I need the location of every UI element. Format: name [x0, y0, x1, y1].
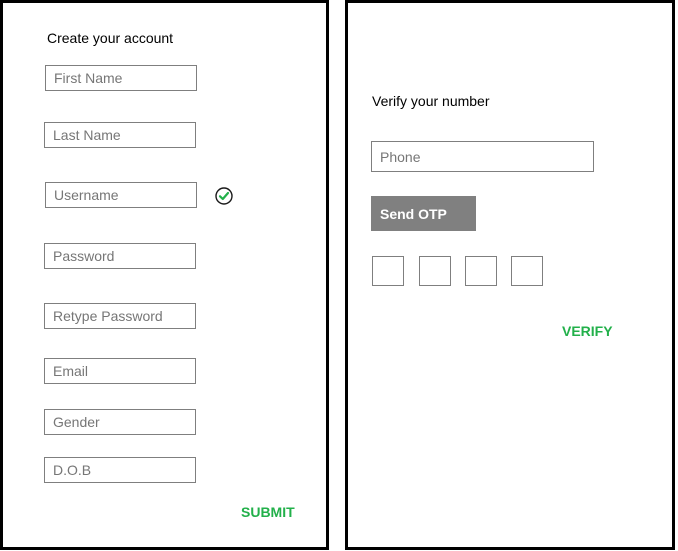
- otp-digit-2[interactable]: [419, 256, 451, 286]
- create-account-panel: Create your account SUBMIT: [0, 0, 329, 550]
- otp-digit-4[interactable]: [511, 256, 543, 286]
- verify-number-title: Verify your number: [372, 93, 490, 109]
- send-otp-button[interactable]: Send OTP: [371, 196, 476, 231]
- email-field[interactable]: [44, 358, 196, 384]
- username-field[interactable]: [45, 182, 197, 208]
- gender-field[interactable]: [44, 409, 196, 435]
- retype-password-field[interactable]: [44, 303, 196, 329]
- create-account-title: Create your account: [47, 30, 174, 46]
- first-name-field[interactable]: [45, 65, 197, 91]
- phone-field[interactable]: [371, 141, 594, 172]
- otp-digit-1[interactable]: [372, 256, 404, 286]
- verify-number-panel: Verify your number Send OTP VERIFY: [345, 0, 675, 550]
- dob-field[interactable]: [44, 457, 196, 483]
- check-circle-icon: [215, 187, 233, 205]
- last-name-field[interactable]: [44, 122, 196, 148]
- otp-digit-3[interactable]: [465, 256, 497, 286]
- verify-button[interactable]: VERIFY: [562, 323, 613, 339]
- submit-button[interactable]: SUBMIT: [241, 504, 295, 520]
- password-field[interactable]: [44, 243, 196, 269]
